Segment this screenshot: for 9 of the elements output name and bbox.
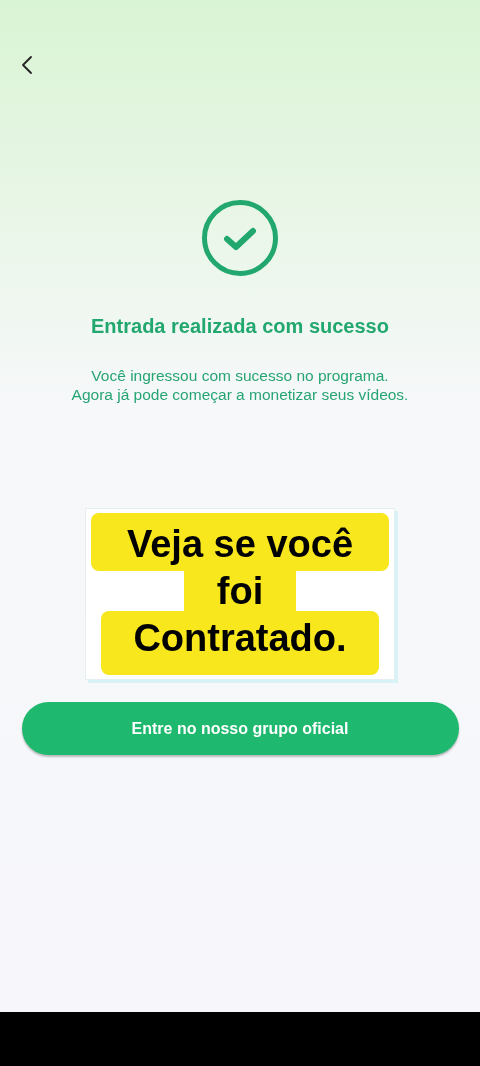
sticker-text: foi bbox=[184, 571, 296, 611]
success-title: Entrada realizada com sucesso bbox=[91, 315, 389, 338]
back-icon[interactable] bbox=[20, 54, 34, 76]
success-message: Você ingressou com sucesso no programa. bbox=[91, 366, 389, 385]
success-message: Agora já pode começar a monetizar seus vídeos. bbox=[71, 385, 409, 404]
sticker-text: Contratado. bbox=[101, 611, 379, 675]
join-group-button[interactable]: Entre no nosso grupo oficial bbox=[21, 702, 459, 755]
check-circle-icon bbox=[201, 199, 279, 277]
sticker-text: Veja se você bbox=[91, 513, 389, 571]
